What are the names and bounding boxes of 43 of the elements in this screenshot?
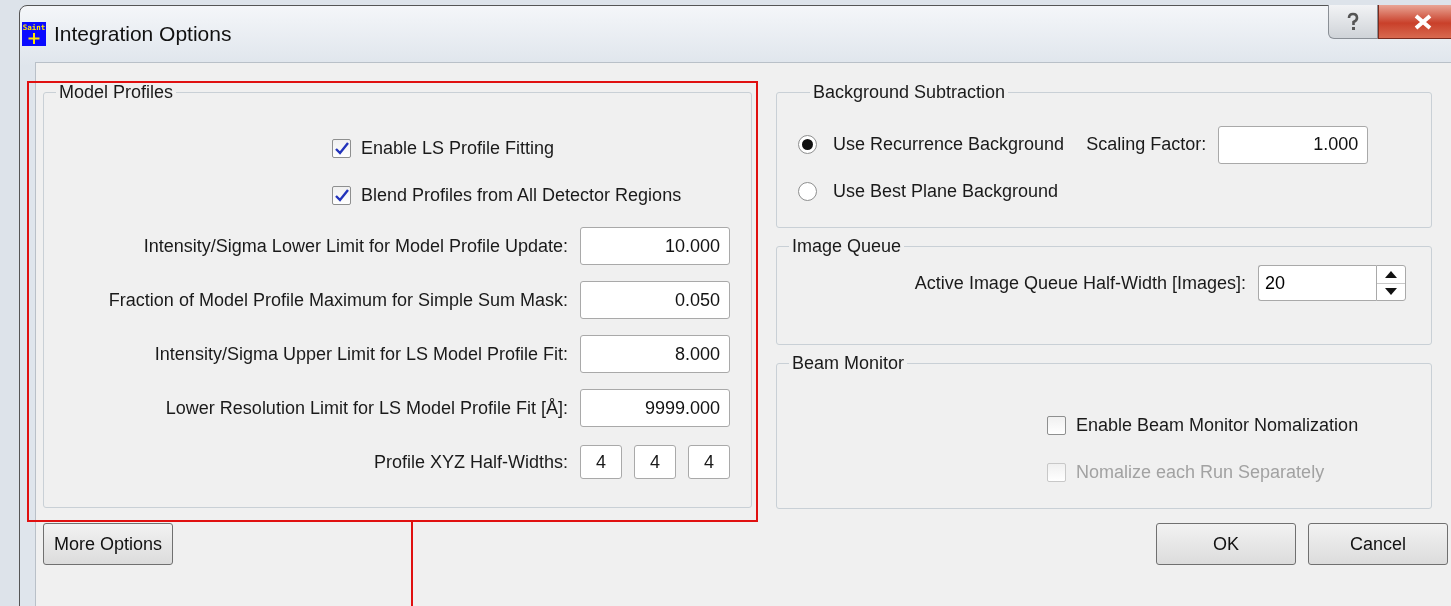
- checkbox-label: Enable Beam Monitor Nomalization: [1076, 415, 1359, 436]
- close-icon: [1413, 13, 1433, 30]
- spin-field[interactable]: 20: [1258, 265, 1376, 301]
- radio-label: Use Recurrence Background: [833, 134, 1065, 155]
- question-mark-icon: [1346, 11, 1360, 32]
- checkbox[interactable]: [1047, 416, 1066, 435]
- checkbox-label: Nomalize each Run Separately: [1076, 462, 1325, 483]
- help-button[interactable]: [1328, 5, 1378, 39]
- up-arrow-icon: [1385, 270, 1397, 278]
- field-label: Profile XYZ Half-Widths:: [373, 451, 568, 473]
- checkbox-label: Blend Profiles from All Detector Regions: [361, 185, 682, 206]
- field-label: Scaling Factor:: [1086, 134, 1207, 155]
- checkmark-icon: [334, 142, 349, 155]
- more-options-button[interactable]: More Options: [43, 523, 174, 565]
- radio-button[interactable]: [798, 182, 817, 201]
- field-label: Lower Resolution Limit for LS Model Profile Fit [Å]:: [165, 397, 568, 419]
- input-field[interactable]: 9999.000: [580, 389, 730, 427]
- input-field[interactable]: 10.000: [580, 227, 730, 265]
- dialog-button[interactable]: Cancel: [1308, 523, 1448, 565]
- checkbox[interactable]: [332, 139, 351, 158]
- group-title: Model Profiles: [58, 82, 175, 103]
- field-label: Intensity/Sigma Upper Limit for LS Model Profile Fit:: [154, 343, 568, 365]
- input-field[interactable]: 4: [634, 445, 676, 479]
- checkbox-label: Enable LS Profile Fitting: [361, 138, 555, 159]
- window-title: Integration Options: [54, 22, 232, 46]
- dialog-button[interactable]: OK: [1156, 523, 1296, 565]
- field-label: Fraction of Model Profile Maximum for Simple Sum Mask:: [108, 289, 568, 311]
- group-title: Beam Monitor: [791, 353, 906, 374]
- close-button[interactable]: [1378, 5, 1451, 39]
- input-field[interactable]: 4: [688, 445, 730, 479]
- down-arrow-icon: [1385, 288, 1397, 296]
- radio-button[interactable]: [798, 135, 817, 154]
- input-field[interactable]: 4: [580, 445, 622, 479]
- field-label: Active Image Queue Half-Width [Images]:: [914, 272, 1246, 294]
- checkbox[interactable]: [332, 186, 351, 205]
- group-title: Image Queue: [791, 236, 903, 257]
- checkmark-icon: [334, 189, 349, 202]
- field-label: Intensity/Sigma Lower Limit for Model Profile Update:: [143, 235, 568, 257]
- input-field[interactable]: 0.050: [580, 281, 730, 319]
- input-field[interactable]: 8.000: [580, 335, 730, 373]
- radio-label: Use Best Plane Background: [833, 181, 1059, 202]
- input-field[interactable]: 1.000: [1218, 125, 1369, 164]
- group-title: Background Subtraction: [812, 82, 1007, 103]
